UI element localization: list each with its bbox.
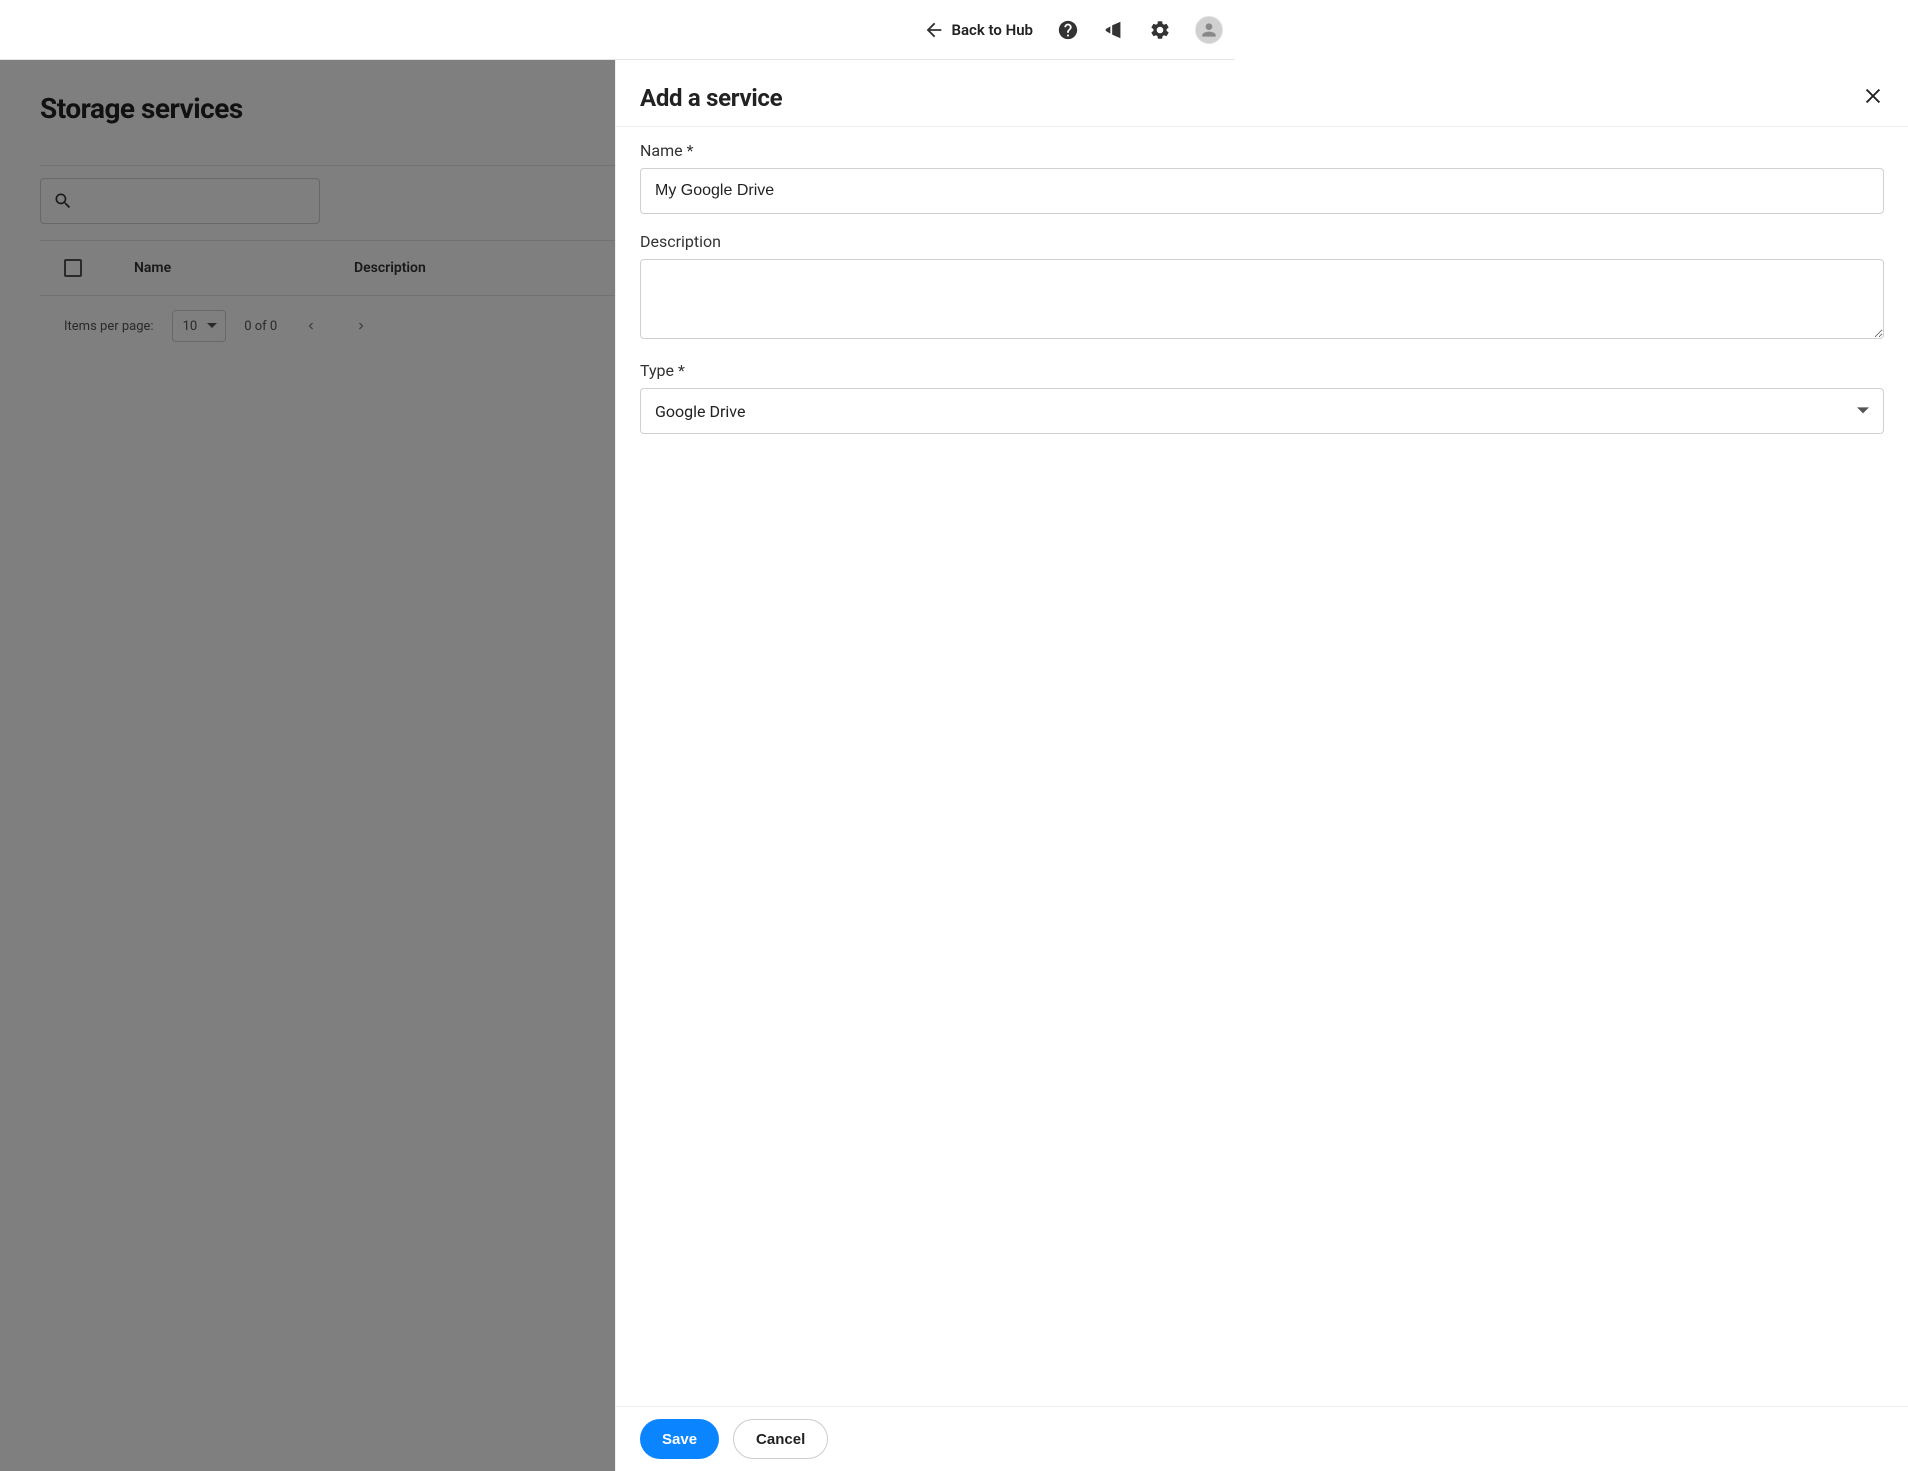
panel-body: Name * Description Type * Google Drive <box>616 127 1908 1406</box>
back-to-hub-link[interactable]: Back to Hub <box>923 19 1033 41</box>
panel-header: Add a service <box>616 60 1908 127</box>
type-select[interactable]: Google Drive <box>640 388 1884 434</box>
announcements-icon[interactable] <box>1103 19 1125 41</box>
back-to-hub-label: Back to Hub <box>951 21 1033 39</box>
add-service-panel: Add a service Name * Description Type * … <box>615 60 1908 1471</box>
panel-title: Add a service <box>640 84 782 112</box>
caret-down-icon <box>1857 402 1869 421</box>
user-avatar[interactable] <box>1195 16 1223 44</box>
name-field[interactable] <box>640 168 1884 214</box>
description-field[interactable] <box>640 259 1884 339</box>
name-field-label: Name * <box>640 141 1884 160</box>
arrow-left-icon <box>923 19 945 41</box>
type-field-label: Type * <box>640 361 1884 380</box>
close-icon <box>1862 85 1884 107</box>
cancel-button[interactable]: Cancel <box>733 1419 828 1459</box>
modal-scrim[interactable] <box>0 60 615 1471</box>
top-bar: Back to Hub <box>0 0 1235 60</box>
close-button[interactable] <box>1862 85 1884 111</box>
type-select-value: Google Drive <box>655 402 745 421</box>
save-button[interactable]: Save <box>640 1419 719 1459</box>
settings-icon[interactable] <box>1149 19 1171 41</box>
panel-footer: Save Cancel <box>616 1406 1908 1471</box>
help-icon[interactable] <box>1057 19 1079 41</box>
description-field-label: Description <box>640 232 1884 251</box>
